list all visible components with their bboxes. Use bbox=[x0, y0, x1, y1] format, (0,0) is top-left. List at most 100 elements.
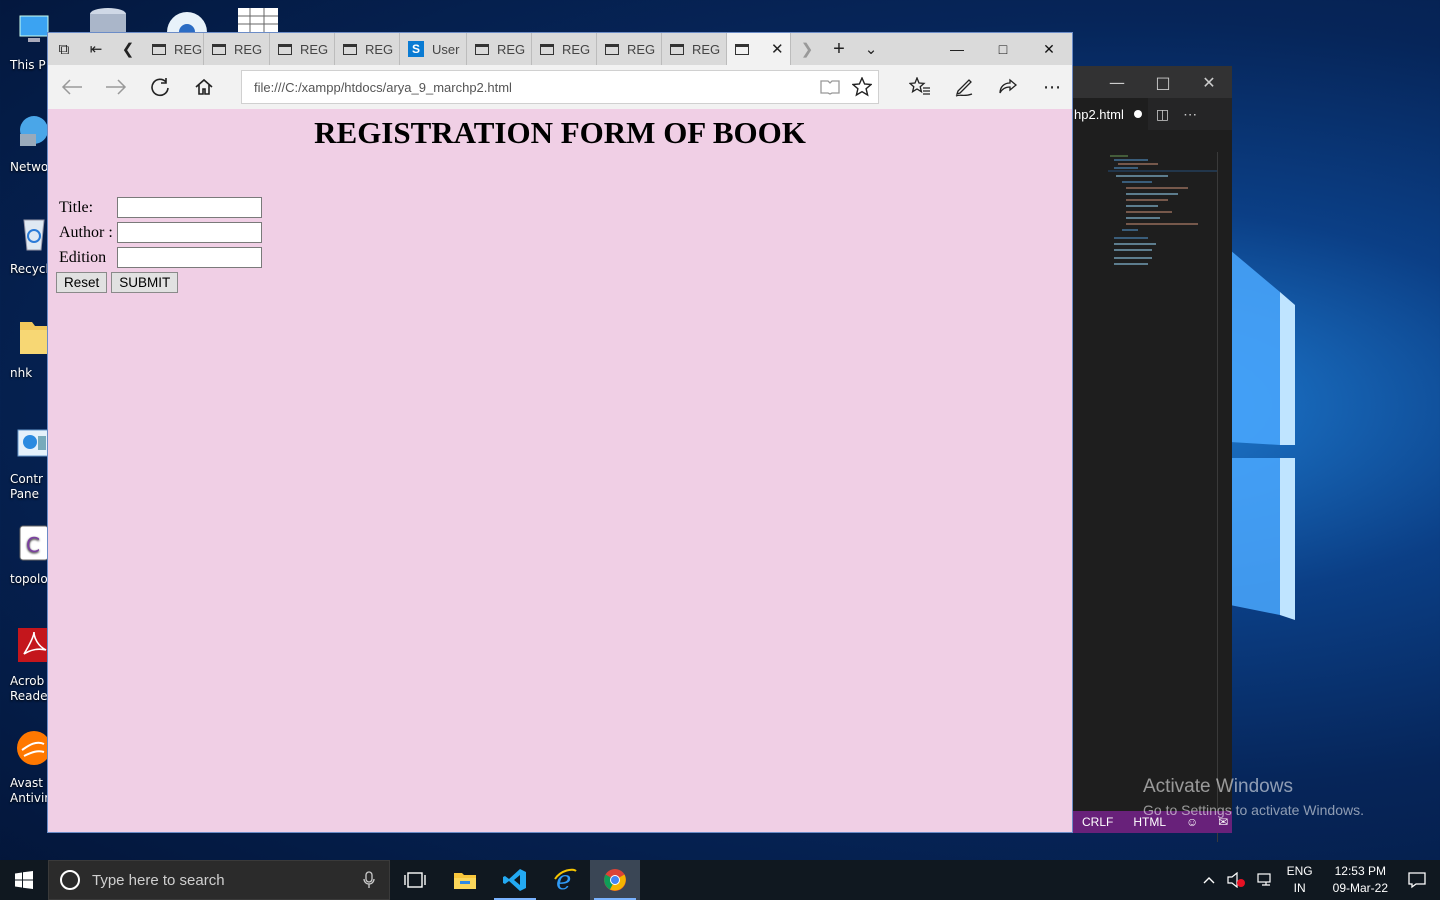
tab-label: User bbox=[432, 41, 460, 57]
task-view-icon bbox=[404, 872, 426, 888]
refresh-icon[interactable] bbox=[138, 65, 182, 109]
edition-row: Edition bbox=[56, 245, 262, 270]
clock-time: 12:53 PM bbox=[1334, 864, 1386, 878]
maximize-icon[interactable]: □ bbox=[1140, 73, 1186, 92]
back-icon[interactable] bbox=[50, 65, 94, 109]
vscode-tab-label: hp2.html bbox=[1074, 106, 1124, 122]
windows-start-icon bbox=[15, 871, 33, 889]
edge-browser-window[interactable]: ⧉ ⇤ ❮ REG REG REG REG S User REG REG REG REG ✕ ❯ … bbox=[47, 32, 1073, 833]
clock-date: 09-Mar-22 bbox=[1332, 881, 1388, 895]
browser-tab[interactable]: REG bbox=[662, 33, 727, 65]
share-icon[interactable] bbox=[986, 65, 1030, 109]
vscode-scrollbar[interactable] bbox=[1217, 152, 1218, 842]
cortana-icon bbox=[60, 870, 80, 890]
tab-label: REG bbox=[497, 41, 526, 57]
author-row: Author : bbox=[56, 220, 262, 245]
taskbar: Type here to search e ENG IN 12:53 PM 09… bbox=[0, 860, 1440, 900]
tab-preview-icon[interactable]: ⌄ bbox=[855, 33, 887, 65]
site-favicon-icon: S bbox=[408, 41, 424, 57]
close-icon[interactable]: ✕ bbox=[1186, 73, 1232, 92]
chrome-taskbar-button[interactable] bbox=[590, 860, 640, 900]
edition-label: Edition bbox=[59, 248, 107, 266]
microphone-icon[interactable] bbox=[363, 871, 375, 889]
start-button[interactable] bbox=[0, 860, 48, 900]
address-url[interactable]: file:///C:/xampp/htdocs/arya_9_marchp2.h… bbox=[242, 80, 814, 95]
page-icon bbox=[212, 43, 226, 55]
scroll-tabs-left-icon[interactable]: ❮ bbox=[112, 33, 144, 65]
taskbar-search[interactable]: Type here to search bbox=[48, 860, 390, 900]
minimize-icon[interactable]: — bbox=[1094, 73, 1140, 92]
internet-explorer-icon: e bbox=[554, 867, 577, 893]
chrome-icon bbox=[604, 869, 626, 891]
eol-indicator[interactable]: CRLF bbox=[1072, 815, 1123, 829]
split-editor-icon[interactable]: ◫ bbox=[1156, 106, 1169, 123]
edition-field[interactable] bbox=[117, 247, 262, 268]
web-notes-pen-icon[interactable] bbox=[942, 65, 986, 109]
author-label: Author : bbox=[59, 223, 113, 241]
file-explorer-button[interactable] bbox=[440, 860, 490, 900]
browser-tab[interactable]: REG bbox=[270, 33, 335, 65]
vscode-window[interactable]: — □ ✕ hp2.html ◫ ⋯ CRLF HTML ☺ ✉ bbox=[1072, 66, 1232, 842]
input-language[interactable]: ENG IN bbox=[1281, 863, 1319, 897]
more-actions-icon[interactable]: ⋯ bbox=[1183, 106, 1197, 123]
tabs-aside-icon[interactable]: ⧉ bbox=[48, 33, 80, 65]
set-aside-tabs-icon[interactable]: ⇤ bbox=[80, 33, 112, 65]
vscode-icon bbox=[503, 869, 526, 891]
clock[interactable]: 12:53 PM 09-Mar-22 bbox=[1319, 863, 1402, 897]
address-bar[interactable]: file:///C:/xampp/htdocs/arya_9_marchp2.h… bbox=[241, 70, 879, 104]
submit-button[interactable]: SUBMIT bbox=[111, 272, 179, 293]
network-icon[interactable] bbox=[1251, 872, 1281, 888]
action-center-icon[interactable] bbox=[1402, 871, 1440, 889]
page-icon bbox=[475, 43, 489, 55]
volume-muted-icon[interactable] bbox=[1221, 872, 1251, 888]
page-viewport: REGISTRATION FORM OF BOOK Title: Author … bbox=[48, 109, 1072, 832]
internet-explorer-button[interactable]: e bbox=[540, 860, 590, 900]
show-hidden-icons[interactable] bbox=[1197, 876, 1221, 884]
tab-strip: REG REG REG REG S User REG REG REG REG bbox=[144, 33, 727, 65]
page-icon bbox=[278, 43, 292, 55]
file-explorer-icon bbox=[454, 873, 476, 889]
activate-subtitle: Go to Settings to activate Windows. bbox=[1143, 802, 1364, 818]
browser-tab[interactable]: REG bbox=[335, 33, 400, 65]
navigation-bar: file:///C:/xampp/htdocs/arya_9_marchp2.h… bbox=[48, 65, 1072, 109]
close-icon[interactable]: ✕ bbox=[1026, 33, 1072, 65]
minimap[interactable] bbox=[1108, 154, 1218, 284]
new-tab-icon[interactable]: + bbox=[823, 33, 855, 65]
favorites-hub-icon[interactable] bbox=[898, 65, 942, 109]
tab-active[interactable]: ✕ bbox=[727, 33, 791, 65]
reset-button[interactable]: Reset bbox=[56, 272, 108, 293]
browser-tab[interactable]: REG bbox=[532, 33, 597, 65]
title-field[interactable] bbox=[117, 197, 262, 218]
author-field[interactable] bbox=[117, 222, 262, 243]
title-row: Title: bbox=[56, 195, 262, 220]
browser-tab[interactable]: REG bbox=[204, 33, 270, 65]
tab-label: REG bbox=[365, 41, 394, 57]
tab-label: REG bbox=[174, 41, 203, 57]
tab-label: REG bbox=[692, 41, 721, 57]
forward-icon[interactable] bbox=[94, 65, 138, 109]
reading-view-icon[interactable] bbox=[814, 79, 846, 95]
close-tab-icon[interactable]: ✕ bbox=[771, 40, 784, 58]
browser-tab[interactable]: REG bbox=[467, 33, 532, 65]
scroll-tabs-right-icon[interactable]: ❯ bbox=[791, 33, 823, 65]
tab-label: REG bbox=[562, 41, 591, 57]
vscode-editor-tab[interactable]: hp2.html bbox=[1072, 98, 1148, 130]
browser-tab[interactable]: S User bbox=[400, 33, 467, 65]
language-code: ENG bbox=[1286, 864, 1313, 878]
task-view-button[interactable] bbox=[390, 860, 440, 900]
home-icon[interactable] bbox=[182, 65, 226, 109]
windows-wallpaper-logo bbox=[1230, 250, 1295, 620]
page-icon bbox=[540, 43, 554, 55]
browser-tab[interactable]: REG bbox=[144, 33, 204, 65]
tab-bar: ⧉ ⇤ ❮ REG REG REG REG S User REG REG REG REG ✕ ❯ … bbox=[48, 33, 1072, 65]
vscode-taskbar-button[interactable] bbox=[490, 860, 540, 900]
page-icon bbox=[605, 43, 619, 55]
page-icon bbox=[152, 43, 166, 55]
more-menu-icon[interactable]: ⋯ bbox=[1030, 65, 1074, 109]
minimize-icon[interactable]: — bbox=[934, 33, 980, 65]
page-icon bbox=[735, 43, 749, 55]
favorite-star-icon[interactable] bbox=[846, 77, 878, 97]
browser-tab[interactable]: REG bbox=[597, 33, 662, 65]
search-placeholder: Type here to search bbox=[92, 871, 225, 889]
maximize-icon[interactable]: □ bbox=[980, 33, 1026, 65]
